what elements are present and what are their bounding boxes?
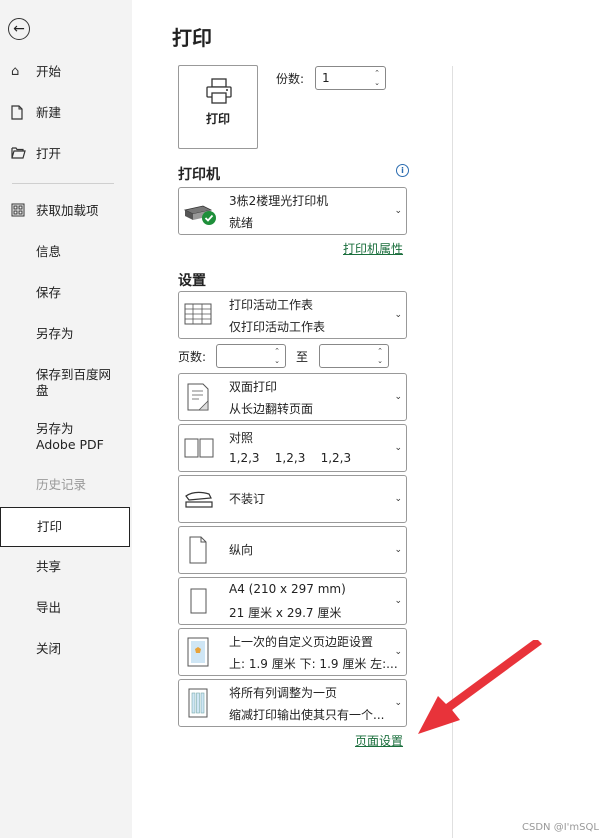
stepper-arrows-icon[interactable]: ⌃ ⌄ xyxy=(374,68,380,88)
margins-icon xyxy=(183,636,213,672)
chevron-down-icon: ⌄ xyxy=(394,392,402,402)
setting-subtitle: 缩减打印输出使其只有一个... xyxy=(229,708,385,722)
worksheet-icon xyxy=(183,302,213,330)
backstage-sidebar: ← ⌂ 开始 新建 打开 获取加载项 信息 保存 另存为 保存到百度网盘 另存为… xyxy=(0,0,132,838)
chevron-down-icon: ⌄ xyxy=(394,647,402,657)
sidebar-item-label: 另存为 Adobe PDF xyxy=(36,421,104,452)
folder-open-icon xyxy=(11,146,27,162)
to-label: 至 xyxy=(296,350,309,364)
sidebar-divider xyxy=(12,183,114,184)
page-title: 打印 xyxy=(172,26,212,50)
stepper-arrows-icon[interactable]: ⌃ ⌄ xyxy=(377,346,383,366)
setting-subtitle: 仅打印活动工作表 xyxy=(229,320,326,334)
portrait-icon xyxy=(183,535,213,569)
chevron-down-icon: ⌄ xyxy=(394,310,402,320)
new-document-icon xyxy=(11,105,27,121)
duplex-icon xyxy=(183,382,213,416)
setting-title: A4 (210 x 297 mm) xyxy=(229,582,346,596)
setting-title: 将所有列调整为一页 xyxy=(229,686,338,700)
sidebar-item-label: 新建 xyxy=(36,105,62,120)
info-icon[interactable]: i xyxy=(396,164,409,177)
sidebar-item-label: 导出 xyxy=(36,600,62,615)
chevron-down-icon: ⌄ xyxy=(394,494,402,504)
grid-icon xyxy=(11,203,27,219)
printer-dropdown[interactable]: 3栋2楼理光打印机 就绪 ⌄ xyxy=(178,187,407,235)
collate-icon xyxy=(183,437,215,463)
sidebar-item-label: 保存 xyxy=(36,285,62,300)
copies-label: 份数: xyxy=(276,72,305,86)
chevron-down-icon: ⌄ xyxy=(394,596,402,606)
page-setup-link[interactable]: 页面设置 xyxy=(355,732,403,749)
pages-to-stepper[interactable]: ⌃ ⌄ xyxy=(319,344,389,368)
printer-properties-link[interactable]: 打印机属性 xyxy=(343,240,403,257)
stepper-arrows-icon[interactable]: ⌃ ⌄ xyxy=(274,346,280,366)
printer-ready-icon xyxy=(183,200,217,230)
margins-dropdown[interactable]: 上一次的自定义页边距设置 上: 1.9 厘米 下: 1.9 厘米 左:... ⌄ xyxy=(178,628,407,676)
copies-value: 1 xyxy=(322,71,330,85)
setting-title: 双面打印 xyxy=(229,380,278,394)
pages-label: 页数: xyxy=(178,350,207,364)
red-arrow-annotation xyxy=(418,640,542,734)
setting-title: 打印活动工作表 xyxy=(229,298,314,312)
setting-subtitle: 从长边翻转页面 xyxy=(229,402,314,416)
sidebar-item-label: 打开 xyxy=(36,146,62,161)
print-what-dropdown[interactable]: 打印活动工作表 仅打印活动工作表 ⌄ xyxy=(178,291,407,339)
pages-from-stepper[interactable]: ⌃ ⌄ xyxy=(216,344,286,368)
sidebar-item-label: 获取加载项 xyxy=(36,203,99,218)
sidebar-item-label: 信息 xyxy=(36,244,62,259)
orientation-dropdown[interactable]: 纵向 ⌄ xyxy=(178,526,407,574)
settings-section-title: 设置 xyxy=(178,273,206,289)
home-icon: ⌂ xyxy=(11,64,20,79)
sidebar-item-label: 历史记录 xyxy=(36,477,87,492)
collate-dropdown[interactable]: 对照 1,2,3 1,2,3 1,2,3 ⌄ xyxy=(178,424,407,472)
chevron-down-icon: ⌄ xyxy=(394,545,402,555)
sidebar-item-label: 关闭 xyxy=(36,641,62,656)
print-button[interactable]: 打印 xyxy=(178,65,258,149)
print-button-label: 打印 xyxy=(205,112,230,126)
paper-size-icon xyxy=(183,586,213,620)
paper-size-dropdown[interactable]: A4 (210 x 297 mm) 21 厘米 x 29.7 厘米 ⌄ xyxy=(178,577,407,625)
scaling-dropdown[interactable]: 将所有列调整为一页 缩减打印输出使其只有一个... ⌄ xyxy=(178,679,407,727)
setting-title: 纵向 xyxy=(229,543,254,557)
sidebar-item-label: 开始 xyxy=(36,64,62,79)
chevron-down-icon: ⌄ xyxy=(394,698,402,708)
printer-status: 就绪 xyxy=(229,216,254,230)
sidebar-item-label: 保存到百度网盘 xyxy=(36,367,112,398)
watermark: CSDN @I'mSQL xyxy=(522,822,599,833)
sidebar-item-label: 共享 xyxy=(36,559,62,574)
setting-subtitle: 21 厘米 x 29.7 厘米 xyxy=(229,606,342,620)
sidebar-item-print[interactable]: 打印 xyxy=(0,507,130,547)
scaling-icon xyxy=(183,687,213,723)
setting-title: 上一次的自定义页边距设置 xyxy=(229,635,374,649)
chevron-down-icon: ⌄ xyxy=(394,443,402,453)
staple-dropdown[interactable]: 不装订 ⌄ xyxy=(178,475,407,523)
back-arrow-icon[interactable]: ← xyxy=(8,18,30,40)
chevron-down-icon: ⌄ xyxy=(394,206,402,216)
sidebar-item-label: 打印 xyxy=(37,519,63,534)
stapler-icon xyxy=(183,488,215,514)
printer-name: 3栋2楼理光打印机 xyxy=(229,194,329,208)
print-pane: 打印 打印 份数: 1 ⌃ ⌄ 打印机 i 3栋2楼理光打印机 就绪 ⌄ 打印机… xyxy=(132,0,609,838)
copies-stepper[interactable]: 1 ⌃ ⌄ xyxy=(315,66,386,90)
setting-title: 不装订 xyxy=(229,492,266,506)
setting-subtitle: 上: 1.9 厘米 下: 1.9 厘米 左:... xyxy=(229,657,398,671)
printer-icon xyxy=(205,78,233,108)
setting-subtitle: 1,2,3 1,2,3 1,2,3 xyxy=(229,451,352,465)
sidebar-item-label: 另存为 xyxy=(36,326,74,341)
duplex-dropdown[interactable]: 双面打印 从长边翻转页面 ⌄ xyxy=(178,373,407,421)
setting-title: 对照 xyxy=(229,431,254,445)
printer-section-title: 打印机 xyxy=(178,167,220,183)
